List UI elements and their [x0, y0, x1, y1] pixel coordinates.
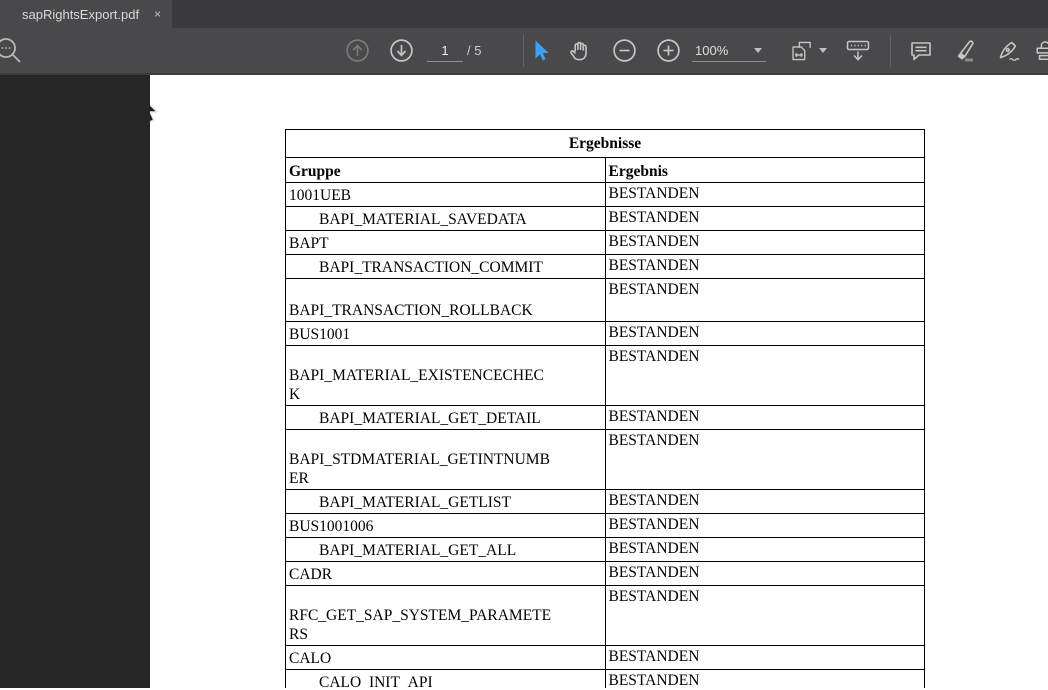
result-cell: BESTANDEN [604, 345, 925, 406]
draw-pen-button[interactable] [994, 28, 1026, 73]
table-row: BAPT BESTANDEN [285, 230, 925, 255]
toolbar-divider [523, 35, 524, 67]
group-cell: BUS1001 [285, 321, 606, 346]
close-icon[interactable]: × [152, 7, 163, 21]
table-title: Ergebnisse [285, 129, 925, 158]
search-button[interactable] [0, 28, 26, 73]
column-header-gruppe: Gruppe [285, 157, 606, 183]
tab-title: sapRightsExport.pdf [22, 6, 140, 22]
table-row: CALO BESTANDEN [285, 645, 925, 670]
result-cell: BESTANDEN [604, 585, 925, 646]
page-number-input[interactable] [427, 40, 463, 62]
table-row: BUS1001 BESTANDEN [285, 321, 925, 346]
result-cell: BESTANDEN [604, 561, 925, 586]
page-up-icon [345, 39, 369, 62]
table-row: BUS1001006 BESTANDEN [285, 513, 925, 538]
group-cell: BAPI_MATERIAL_SAVEDATA [285, 206, 606, 231]
zoom-level-dropdown[interactable]: 100% [692, 40, 766, 62]
result-cell: BESTANDEN [604, 254, 925, 279]
result-cell: BESTANDEN [604, 489, 925, 514]
mouse-cursor [150, 103, 159, 123]
table-row: CADR BESTANDEN [285, 561, 925, 586]
table-row: BAPI_STDMATERIAL_GETINTNUMB ER BESTANDEN [285, 429, 925, 490]
fit-width-icon [792, 41, 811, 60]
table-row: BAPI_MATERIAL_GET_ALL BESTANDEN [285, 537, 925, 562]
pdf-toolbar: / 5 100% [0, 28, 1048, 75]
fit-width-button[interactable] [789, 28, 827, 73]
result-cell: BESTANDEN [604, 405, 925, 430]
highlight-button[interactable] [950, 28, 982, 73]
document-tab[interactable]: sapRightsExport.pdf × [0, 0, 172, 28]
page-number-field[interactable] [427, 40, 463, 62]
page-up-button[interactable] [344, 28, 370, 73]
hand-tool-button[interactable] [566, 28, 594, 73]
page-scrolling-icon [846, 40, 870, 61]
select-tool-button[interactable] [528, 28, 552, 73]
result-cell: BESTANDEN [604, 429, 925, 490]
draw-pen-icon [999, 41, 1020, 61]
result-cell: BESTANDEN [604, 669, 925, 688]
page-scrolling-button[interactable] [843, 28, 873, 73]
table-row: BAPI_MATERIAL_SAVEDATA BESTANDEN [285, 206, 925, 231]
result-cell: BESTANDEN [604, 206, 925, 231]
group-cell: BAPI_MATERIAL_EXISTENCECHEC K [285, 345, 606, 406]
table-row: BAPI_TRANSACTION_ROLLBACK BESTANDEN [285, 278, 925, 322]
group-cell: BAPI_MATERIAL_GET_DETAIL [285, 405, 606, 430]
group-cell: CADR [285, 561, 606, 586]
table-header-row: Gruppe Ergebnis [285, 157, 925, 183]
stamp-icon [1036, 40, 1048, 60]
result-cell: BESTANDEN [604, 321, 925, 346]
results-table-body: Ergebnisse Gruppe Ergebnis 1001UEB BESTAN… [285, 129, 925, 688]
group-cell: BAPI_STDMATERIAL_GETINTNUMB ER [285, 429, 606, 490]
group-cell: BAPT [285, 230, 606, 255]
group-cell: BAPI_MATERIAL_GET_ALL [285, 537, 606, 562]
table-row: BAPI_MATERIAL_EXISTENCECHEC K BESTANDEN [285, 345, 925, 406]
comment-button[interactable] [906, 28, 936, 73]
table-row: 1001UEB BESTANDEN [285, 182, 925, 207]
table-row: BAPI_MATERIAL_GET_DETAIL BESTANDEN [285, 405, 925, 430]
chevron-down-icon [819, 48, 827, 53]
hand-tool-icon [570, 41, 587, 60]
select-tool-icon [535, 40, 549, 60]
search-icon [0, 37, 21, 63]
result-cell: BESTANDEN [604, 182, 925, 207]
table-row: CALO_INIT_API BESTANDEN [285, 669, 925, 688]
comment-icon [911, 41, 931, 60]
table-row: BAPI_MATERIAL_GETLIST BESTANDEN [285, 489, 925, 514]
group-cell: BUS1001006 [285, 513, 606, 538]
highlight-icon [957, 39, 974, 61]
toolbar-divider [890, 35, 891, 67]
table-title-row: Ergebnisse [285, 129, 925, 158]
tab-bar: sapRightsExport.pdf × [0, 0, 1048, 28]
group-cell: 1001UEB [285, 182, 606, 207]
result-cell: BESTANDEN [604, 645, 925, 670]
zoom-out-button[interactable] [611, 28, 637, 73]
table-row: BAPI_TRANSACTION_COMMIT BESTANDEN [285, 254, 925, 279]
zoom-out-icon [612, 39, 636, 62]
group-cell: RFC_GET_SAP_SYSTEM_PARAMETE RS [285, 585, 606, 646]
result-cell: BESTANDEN [604, 513, 925, 538]
column-header-ergebnis: Ergebnis [604, 157, 925, 183]
group-cell: BAPI_TRANSACTION_COMMIT [285, 254, 606, 279]
page-down-button[interactable] [388, 28, 414, 73]
page-down-icon [389, 39, 413, 62]
group-cell: BAPI_MATERIAL_GETLIST [285, 489, 606, 514]
viewer-content: Ergebnisse Gruppe Ergebnis 1001UEB BESTAN… [0, 75, 1048, 688]
results-table: Ergebnisse Gruppe Ergebnis 1001UEB BESTAN… [285, 129, 925, 688]
chevron-down-icon [754, 48, 762, 53]
zoom-level-value: 100% [695, 43, 729, 58]
group-cell: CALO [285, 645, 606, 670]
stamp-button[interactable] [1034, 28, 1048, 73]
thumbnail-panel [0, 75, 150, 688]
result-cell: BESTANDEN [604, 230, 925, 255]
group-cell: CALO_INIT_API [285, 669, 606, 688]
pdf-page[interactable]: Ergebnisse Gruppe Ergebnis 1001UEB BESTAN… [150, 75, 1048, 688]
result-cell: BESTANDEN [604, 537, 925, 562]
result-cell: BESTANDEN [604, 278, 925, 322]
zoom-in-icon [656, 39, 680, 62]
page-count-label: / 5 [467, 43, 482, 58]
zoom-in-button[interactable] [655, 28, 681, 73]
group-cell: BAPI_TRANSACTION_ROLLBACK [285, 278, 606, 322]
table-row: RFC_GET_SAP_SYSTEM_PARAMETE RS BESTANDEN [285, 585, 925, 646]
